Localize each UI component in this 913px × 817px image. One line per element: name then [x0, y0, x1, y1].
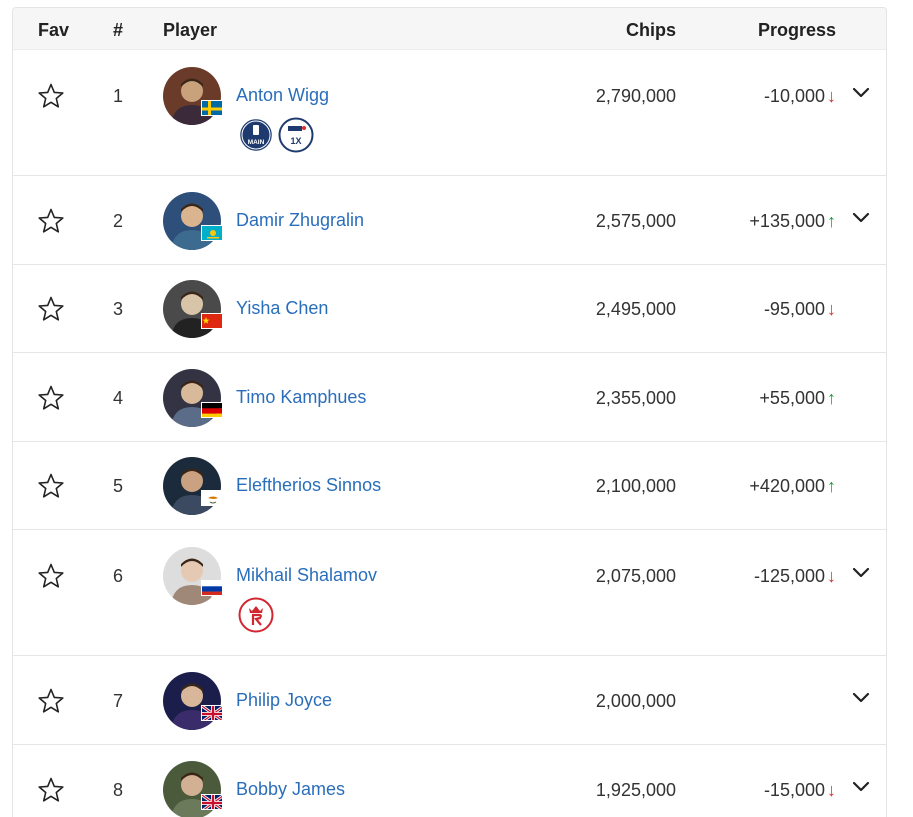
header-player: Player [163, 20, 218, 40]
player-avatar [163, 280, 221, 338]
favorite-star-icon[interactable] [37, 82, 65, 110]
player-name-link[interactable]: Timo Kamphues [236, 387, 366, 408]
table-row: 4 Timo Kamphues 2,355,000 +55,000 ↑ [13, 353, 886, 442]
chip-count-table: Fav # Player Chips Progress 1 Anton Wigg 2… [12, 7, 887, 817]
favorite-star-icon[interactable] [37, 207, 65, 235]
table-row: 1 Anton Wigg 2,790,000 -10,000 ↓ MAIN 1X [13, 50, 886, 176]
progress-text: -125,000 [753, 566, 825, 586]
progress-value: -10,000 ↓ [764, 86, 836, 107]
rank-number: 3 [112, 299, 123, 319]
player-name-link[interactable]: Bobby James [236, 779, 345, 800]
chip-count: 2,000,000 [595, 690, 676, 711]
player-avatar [163, 191, 221, 250]
progress-value: -15,000 ↓ [764, 780, 836, 801]
player-name-link[interactable]: Anton Wigg [236, 85, 329, 106]
chip-count: 2,575,000 [595, 210, 676, 231]
chip-count: 2,495,000 [595, 299, 676, 319]
favorite-star-icon[interactable] [37, 687, 65, 715]
progress-text: +55,000 [759, 387, 825, 408]
achievement-badges: MAIN 1X [238, 117, 314, 153]
progress-text: +420,000 [749, 476, 825, 496]
progress-value: -125,000 ↓ [754, 566, 836, 587]
player-avatar [163, 67, 221, 125]
rank-number: 7 [112, 690, 123, 711]
header-rank: # [113, 20, 124, 40]
chip-count: 2,355,000 [595, 387, 676, 408]
rank-number: 5 [112, 476, 123, 496]
progress-value: -95,000 ↓ [764, 299, 836, 320]
rank-number: 1 [112, 86, 123, 106]
expand-chevron-down-icon[interactable] [850, 686, 872, 708]
table-row: 2 Damir Zhugralin 2,575,000 +135,000 ↑ [13, 176, 886, 265]
expand-chevron-down-icon[interactable] [850, 561, 872, 583]
rank-number: 6 [112, 566, 123, 586]
header-fav: Fav [38, 20, 70, 40]
uk-flag [201, 704, 223, 721]
progress-value: +135,000 ↑ [749, 211, 836, 232]
china-flag [201, 313, 223, 329]
favorite-star-icon[interactable] [37, 562, 65, 590]
favorite-star-icon[interactable] [37, 384, 65, 412]
rank-number: 4 [112, 387, 123, 408]
chip-count: 2,075,000 [595, 566, 676, 586]
russia-flag [201, 580, 223, 596]
progress-text: -95,000 [763, 299, 825, 319]
chip-count: 1,925,000 [595, 780, 676, 800]
kazakhstan-flag [201, 224, 223, 241]
player-name-link[interactable]: Philip Joyce [236, 690, 332, 711]
rank-number: 8 [112, 780, 123, 800]
player-avatar [163, 671, 221, 730]
crown-r-badge [238, 597, 274, 633]
progress-value: +55,000 ↑ [759, 388, 836, 409]
achievement-badges [238, 597, 274, 633]
table-row: 8 Bobby James 1,925,000 -15,000 ↓ [13, 745, 886, 817]
table-row: 7 Philip Joyce 2,000,000 [13, 656, 886, 745]
player-avatar [163, 547, 221, 605]
rank-number: 2 [112, 210, 123, 231]
favorite-star-icon[interactable] [37, 295, 65, 323]
header-progress: Progress [757, 20, 836, 40]
player-avatar [163, 457, 221, 515]
favorite-star-icon[interactable] [37, 472, 65, 500]
table-row: 5 Eleftherios Sinnos 2,100,000 +420,000 ↑ [13, 442, 886, 530]
progress-value: +420,000 ↑ [749, 476, 836, 497]
chip-count: 2,790,000 [595, 86, 676, 106]
table-header: Fav # Player Chips Progress [13, 8, 886, 50]
progress-text: -10,000 [763, 86, 825, 106]
expand-chevron-down-icon[interactable] [850, 206, 872, 228]
table-row: 3 Yisha Chen 2,495,000 -95,000 ↓ [13, 265, 886, 353]
cyprus-flag [201, 490, 223, 506]
arrow-up-icon: ↑ [827, 476, 836, 496]
arrow-down-icon: ↓ [827, 86, 836, 106]
main-badge-text: MAIN [248, 139, 265, 146]
ept-badge-text: 1X [290, 136, 301, 146]
germany-flag [201, 401, 223, 418]
table-row: 6 Mikhail Shalamov 2,075,000 -125,000 ↓ [13, 530, 886, 656]
favorite-star-icon[interactable] [37, 776, 65, 804]
arrow-down-icon: ↓ [827, 299, 836, 319]
main-event-badge: MAIN [238, 117, 274, 153]
sweden-flag [201, 100, 223, 116]
arrow-up-icon: ↑ [827, 387, 836, 408]
arrow-down-icon: ↓ [827, 566, 836, 586]
player-avatar [163, 368, 221, 427]
ept-1x-badge: 1X [278, 117, 314, 153]
player-name-link[interactable]: Damir Zhugralin [236, 210, 364, 231]
expand-chevron-down-icon[interactable] [850, 81, 872, 103]
player-name-link[interactable]: Mikhail Shalamov [236, 565, 377, 586]
progress-text: +135,000 [749, 210, 825, 231]
uk-flag [201, 794, 223, 810]
header-chips: Chips [625, 20, 676, 40]
expand-chevron-down-icon[interactable] [850, 775, 872, 797]
player-name-link[interactable]: Eleftherios Sinnos [236, 475, 381, 496]
arrow-down-icon: ↓ [827, 780, 836, 800]
progress-text: -15,000 [763, 780, 825, 800]
arrow-up-icon: ↑ [827, 210, 836, 231]
player-name-link[interactable]: Yisha Chen [236, 298, 328, 319]
chip-count: 2,100,000 [595, 476, 676, 496]
